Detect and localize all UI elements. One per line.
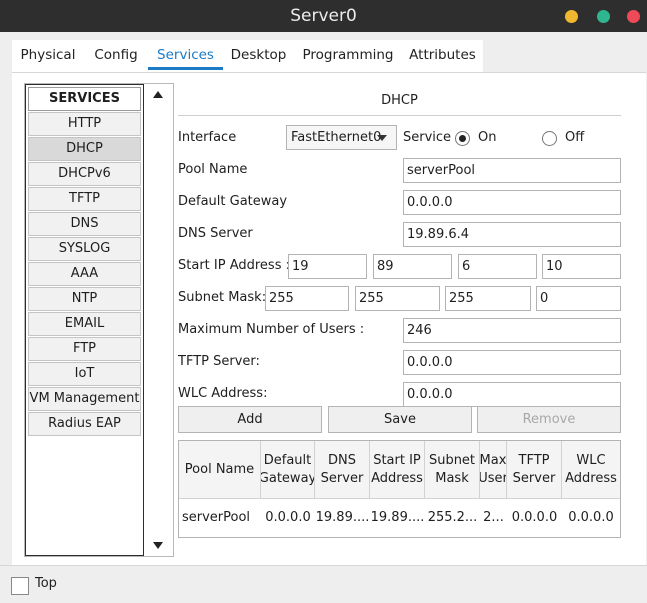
- max-users-field[interactable]: 246: [403, 318, 621, 343]
- chevron-down-icon: [377, 135, 387, 141]
- dhcp-title: DHCP: [381, 93, 418, 108]
- subnet-mask-label: Subnet Mask:: [178, 290, 267, 305]
- divider: [178, 115, 621, 116]
- default-gateway-field[interactable]: 0.0.0.0: [403, 190, 621, 215]
- service-on-radio[interactable]: [455, 131, 470, 146]
- pool-table: Pool Name Default Gateway DNS Server Sta…: [178, 440, 621, 538]
- service-item-radius-eap[interactable]: Radius EAP: [28, 412, 141, 436]
- service-off-radio[interactable]: [542, 131, 557, 146]
- add-button[interactable]: Add: [178, 406, 322, 433]
- scroll-down-icon[interactable]: [153, 542, 163, 549]
- remove-button[interactable]: Remove: [477, 406, 621, 433]
- title-bar: Server0: [0, 0, 647, 32]
- column-header-dns-server[interactable]: DNS Server: [315, 441, 370, 499]
- table-cell-default-gateway[interactable]: 0.0.0.0: [261, 499, 315, 537]
- column-header-subnet-mask[interactable]: Subnet Mask: [425, 441, 480, 499]
- default-gateway-label: Default Gateway: [178, 194, 288, 209]
- column-header-wlc-address[interactable]: WLC Address: [562, 441, 620, 499]
- start-ip-octet-3[interactable]: 6: [458, 254, 537, 279]
- subnet-mask-octet-2[interactable]: 255: [355, 286, 440, 311]
- service-item-iot[interactable]: IoT: [28, 362, 141, 386]
- service-item-dns[interactable]: DNS: [28, 212, 141, 236]
- subnet-mask-octet-1[interactable]: 255: [265, 286, 349, 311]
- service-on-label: On: [478, 130, 497, 145]
- services-header: SERVICES: [28, 87, 141, 111]
- tftp-server-field[interactable]: 0.0.0.0: [403, 350, 621, 375]
- service-item-http[interactable]: HTTP: [28, 112, 141, 136]
- service-item-syslog[interactable]: SYSLOG: [28, 237, 141, 261]
- table-cell-start-ip[interactable]: 19.89....: [370, 499, 425, 537]
- tftp-server-label: TFTP Server:: [178, 354, 260, 369]
- service-item-ntp[interactable]: NTP: [28, 287, 141, 311]
- service-item-dhcp[interactable]: DHCP: [28, 137, 141, 161]
- top-label: Top: [35, 576, 57, 591]
- start-ip-octet-1[interactable]: 19: [288, 254, 367, 279]
- tab-bar: Physical Config Services Desktop Program…: [12, 40, 483, 72]
- window-title: Server0: [290, 6, 357, 26]
- service-label: Service: [403, 130, 452, 145]
- pool-name-field[interactable]: serverPool: [403, 158, 621, 183]
- pool-name-label: Pool Name: [178, 162, 248, 177]
- subnet-mask-octet-4[interactable]: 0: [536, 286, 621, 311]
- table-cell-max-user[interactable]: 2...: [480, 499, 507, 537]
- table-cell-tftp-server[interactable]: 0.0.0.0: [507, 499, 562, 537]
- tab-physical[interactable]: Physical: [12, 40, 84, 72]
- services-list: SERVICES HTTP DHCP DHCPv6 TFTP DNS SYSLO…: [25, 84, 144, 556]
- top-checkbox[interactable]: [11, 577, 29, 595]
- service-item-ftp[interactable]: FTP: [28, 337, 141, 361]
- subnet-mask-octet-3[interactable]: 255: [445, 286, 531, 311]
- service-item-email[interactable]: EMAIL: [28, 312, 141, 336]
- dns-server-label: DNS Server: [178, 226, 253, 241]
- services-scrollbar[interactable]: [145, 84, 173, 556]
- column-header-pool-name[interactable]: Pool Name: [179, 441, 261, 499]
- table-cell-dns-server[interactable]: 19.89....: [315, 499, 370, 537]
- interface-label: Interface: [178, 130, 237, 145]
- services-sidebar: SERVICES HTTP DHCP DHCPv6 TFTP DNS SYSLO…: [24, 83, 174, 557]
- service-item-aaa[interactable]: AAA: [28, 262, 141, 286]
- maximize-button[interactable]: [597, 10, 610, 23]
- tab-programming[interactable]: Programming: [294, 40, 402, 72]
- bottom-bar: Top: [0, 565, 647, 603]
- dns-server-field[interactable]: 19.89.6.4: [403, 222, 621, 247]
- service-item-dhcpv6[interactable]: DHCPv6: [28, 162, 141, 186]
- close-button[interactable]: [627, 10, 640, 23]
- dhcp-panel: DHCP Interface FastEthernet0 Service On …: [178, 73, 621, 563]
- column-header-tftp-server[interactable]: TFTP Server: [507, 441, 562, 499]
- scroll-up-icon[interactable]: [153, 91, 163, 98]
- start-ip-label: Start IP Address :: [178, 258, 290, 273]
- max-users-label: Maximum Number of Users :: [178, 322, 365, 337]
- start-ip-octet-4[interactable]: 10: [542, 254, 621, 279]
- service-item-vm-management[interactable]: VM Management: [28, 387, 141, 411]
- table-cell-subnet-mask[interactable]: 255.2...: [425, 499, 480, 537]
- service-item-tftp[interactable]: TFTP: [28, 187, 141, 211]
- save-button[interactable]: Save: [328, 406, 472, 433]
- column-header-default-gateway[interactable]: Default Gateway: [261, 441, 315, 499]
- tab-attributes[interactable]: Attributes: [402, 40, 483, 72]
- interface-select[interactable]: FastEthernet0: [286, 125, 397, 150]
- wlc-address-label: WLC Address:: [178, 386, 268, 401]
- window-body: Physical Config Services Desktop Program…: [0, 32, 647, 603]
- interface-value: FastEthernet0: [291, 130, 382, 145]
- service-off-label: Off: [565, 130, 585, 145]
- start-ip-octet-2[interactable]: 89: [373, 254, 452, 279]
- column-header-start-ip[interactable]: Start IP Address: [370, 441, 425, 499]
- services-content: SERVICES HTTP DHCP DHCPv6 TFTP DNS SYSLO…: [12, 72, 646, 565]
- minimize-button[interactable]: [565, 10, 578, 23]
- tab-config[interactable]: Config: [84, 40, 148, 72]
- tab-desktop[interactable]: Desktop: [223, 40, 294, 72]
- column-header-max-user[interactable]: Max User: [480, 441, 507, 499]
- table-cell-pool-name[interactable]: serverPool: [179, 499, 249, 537]
- tab-services[interactable]: Services: [148, 40, 223, 72]
- table-cell-wlc-address[interactable]: 0.0.0.0: [562, 499, 620, 537]
- wlc-address-field[interactable]: 0.0.0.0: [403, 382, 621, 407]
